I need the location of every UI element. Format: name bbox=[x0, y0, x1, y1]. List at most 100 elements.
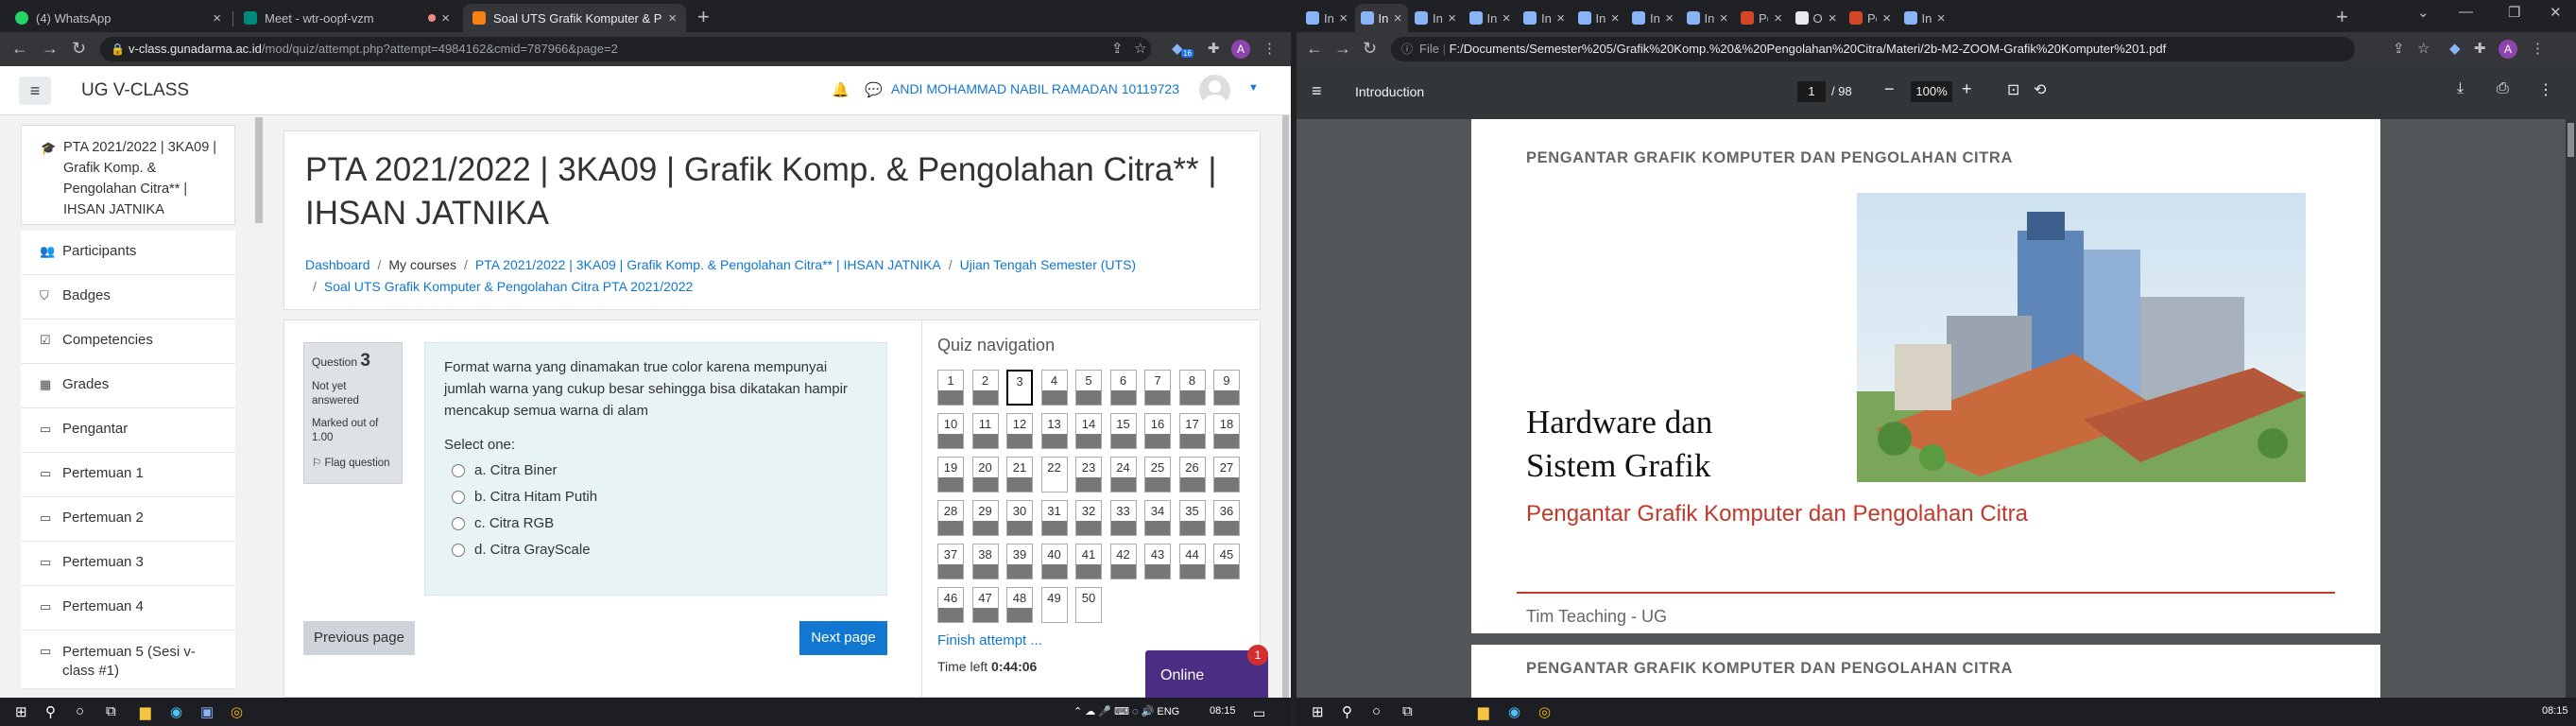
quiz-nav-button[interactable]: 2 bbox=[971, 370, 999, 406]
close-icon[interactable]: × bbox=[441, 10, 450, 26]
quiz-nav-button[interactable]: 31 bbox=[1040, 500, 1068, 536]
file-explorer-icon[interactable]: ▆ bbox=[140, 703, 151, 720]
drawer-item-grades[interactable]: ▦ Grades bbox=[21, 364, 235, 408]
quiz-nav-button[interactable]: 50 bbox=[1075, 587, 1102, 623]
breadcrumb-quiz[interactable]: Soal UTS Grafik Komputer & Pengolahan Ci… bbox=[324, 279, 693, 294]
radio-button[interactable] bbox=[452, 464, 465, 477]
new-tab-button[interactable]: + bbox=[2336, 5, 2348, 29]
close-icon[interactable]: × bbox=[1394, 10, 1402, 26]
quiz-nav-button[interactable]: 32 bbox=[1075, 500, 1102, 536]
close-icon[interactable]: × bbox=[1774, 10, 1782, 26]
close-icon[interactable]: × bbox=[1556, 10, 1565, 26]
quiz-nav-button[interactable]: 3 bbox=[1006, 370, 1033, 406]
quiz-nav-button[interactable]: 26 bbox=[1178, 457, 1206, 493]
notification-icon[interactable]: ▭ bbox=[1253, 705, 1265, 721]
reload-icon[interactable]: ↻ bbox=[72, 39, 86, 59]
hamburger-icon[interactable]: ≡ bbox=[19, 77, 51, 105]
option-label[interactable]: c. Citra RGB bbox=[474, 515, 554, 532]
search-icon[interactable]: ⚲ bbox=[1342, 703, 1352, 720]
quiz-nav-button[interactable]: 27 bbox=[1213, 457, 1240, 493]
quiz-nav-button[interactable]: 9 bbox=[1213, 370, 1240, 406]
quiz-nav-button[interactable]: 21 bbox=[1006, 457, 1033, 493]
quiz-nav-button[interactable]: 22 bbox=[1040, 457, 1068, 493]
chrome-icon[interactable]: ◎ bbox=[231, 703, 243, 720]
close-icon[interactable]: × bbox=[1937, 10, 1946, 26]
radio-button[interactable] bbox=[452, 517, 465, 530]
drawer-item-badges[interactable]: ⛉ Badges bbox=[21, 275, 235, 320]
forward-icon[interactable]: → bbox=[42, 39, 59, 59]
pdf-viewer[interactable]: PENGANTAR GRAFIK KOMPUTER DAN PENGOLAHAN… bbox=[1297, 119, 2576, 698]
cortana-icon[interactable]: ○ bbox=[76, 703, 84, 719]
tab-11[interactable]: Introd × bbox=[1898, 4, 1951, 32]
quiz-nav-button[interactable]: 20 bbox=[971, 457, 999, 493]
tab-1[interactable]: Introd × bbox=[1354, 4, 1408, 32]
quiz-nav-button[interactable]: 11 bbox=[971, 413, 999, 449]
quiz-nav-button[interactable]: 1 bbox=[937, 370, 964, 406]
restore-icon[interactable]: ❐ bbox=[2508, 4, 2520, 21]
rotate-icon[interactable]: ⟲ bbox=[2034, 80, 2046, 99]
quiz-nav-button[interactable]: 47 bbox=[971, 587, 999, 623]
menu-icon[interactable]: ⋮ bbox=[2531, 40, 2545, 57]
quiz-nav-button[interactable]: 35 bbox=[1178, 500, 1206, 536]
file-explorer-icon[interactable]: ▆ bbox=[1478, 703, 1489, 720]
tab-search-icon[interactable]: ⌄ bbox=[2417, 4, 2430, 21]
tab-9[interactable]: Open × bbox=[1790, 4, 1843, 32]
minimize-icon[interactable]: — bbox=[2459, 4, 2473, 20]
drawer-item-pertemuan-4[interactable]: ▭ Pertemuan 4 bbox=[21, 586, 235, 631]
tab-3[interactable]: Introd × bbox=[1464, 4, 1517, 32]
breadcrumb-course[interactable]: PTA 2021/2022 | 3KA09 | Grafik Komp. & P… bbox=[475, 257, 941, 272]
tab-10[interactable]: Power × bbox=[1844, 4, 1897, 32]
drawer-item-participants[interactable]: 👥 Participants bbox=[21, 231, 235, 275]
quiz-nav-button[interactable]: 41 bbox=[1075, 544, 1102, 579]
quiz-nav-button[interactable]: 5 bbox=[1075, 370, 1102, 406]
back-icon[interactable]: ← bbox=[1306, 39, 1323, 59]
quiz-nav-button[interactable]: 24 bbox=[1109, 457, 1137, 493]
quiz-nav-button[interactable]: 45 bbox=[1213, 544, 1240, 579]
quiz-nav-button[interactable]: 19 bbox=[937, 457, 964, 493]
drawer-item-pertemuan-1[interactable]: ▭ Pertemuan 1 bbox=[21, 453, 235, 497]
chrome-icon[interactable]: ◎ bbox=[1538, 703, 1551, 720]
quiz-nav-button[interactable]: 14 bbox=[1075, 413, 1102, 449]
close-icon[interactable]: × bbox=[1720, 10, 1728, 26]
quiz-nav-button[interactable]: 18 bbox=[1213, 413, 1240, 449]
extension-icon[interactable]: ◆ bbox=[2449, 40, 2461, 57]
tab-meet[interactable]: Meet - wtr-oopf-vzm × bbox=[234, 4, 459, 32]
reload-icon[interactable]: ↻ bbox=[1363, 39, 1377, 59]
close-icon[interactable]: × bbox=[1448, 10, 1456, 26]
bell-icon[interactable]: 🔔 bbox=[832, 81, 850, 98]
back-icon[interactable]: ← bbox=[11, 39, 28, 59]
answer-option[interactable]: c. Citra RGB bbox=[444, 515, 867, 532]
answer-option[interactable]: a. Citra Biner bbox=[444, 462, 867, 479]
puzzle-icon[interactable]: ✚ bbox=[2474, 40, 2486, 57]
option-label[interactable]: d. Citra GrayScale bbox=[474, 542, 591, 559]
tab-8[interactable]: Power × bbox=[1735, 4, 1788, 32]
drawer-item-pertemuan-2[interactable]: ▭ Pertemuan 2 bbox=[21, 497, 235, 542]
tab-2[interactable]: Introd × bbox=[1409, 4, 1462, 32]
quiz-nav-button[interactable]: 42 bbox=[1109, 544, 1137, 579]
close-window-icon[interactable]: ✕ bbox=[2550, 4, 2562, 21]
finish-attempt-link[interactable]: Finish attempt ... bbox=[937, 632, 1042, 648]
tab-quiz[interactable]: Soal UTS Grafik Komputer & Pengolahan Ci… bbox=[463, 4, 686, 32]
edge-icon[interactable]: ◉ bbox=[170, 703, 182, 720]
print-icon[interactable]: ⎙ bbox=[2497, 80, 2509, 97]
forward-icon[interactable]: → bbox=[1334, 39, 1351, 59]
camera-icon[interactable]: ▣ bbox=[200, 703, 214, 720]
site-name[interactable]: UG V-CLASS bbox=[81, 80, 189, 101]
zoom-in-icon[interactable]: + bbox=[1962, 79, 1972, 99]
puzzle-icon[interactable]: ✚ bbox=[1208, 40, 1220, 57]
quiz-nav-button[interactable]: 15 bbox=[1109, 413, 1137, 449]
drawer-item-pertemuan-5[interactable]: ▭ Pertemuan 5 (Sesi v-class #1) bbox=[21, 631, 235, 689]
tab-5[interactable]: Introd × bbox=[1572, 4, 1625, 32]
tab-4[interactable]: Introd × bbox=[1518, 4, 1571, 32]
quiz-nav-button[interactable]: 7 bbox=[1144, 370, 1171, 406]
close-icon[interactable]: × bbox=[1611, 10, 1620, 26]
answer-option[interactable]: b. Citra Hitam Putih bbox=[444, 489, 867, 506]
drawer-course-card[interactable]: 🎓 PTA 2021/2022 | 3KA09 | Grafik Komp. &… bbox=[21, 125, 235, 225]
tab-6[interactable]: Introd × bbox=[1626, 4, 1679, 32]
answer-option[interactable]: d. Citra GrayScale bbox=[444, 542, 867, 559]
windows-start-icon[interactable]: ⊞ bbox=[15, 703, 27, 720]
previous-page-button[interactable]: Previous page bbox=[303, 621, 415, 655]
share-icon[interactable]: ⇪ bbox=[2393, 40, 2405, 57]
page-scrollbar[interactable] bbox=[1280, 115, 1291, 698]
quiz-nav-button[interactable]: 29 bbox=[971, 500, 999, 536]
